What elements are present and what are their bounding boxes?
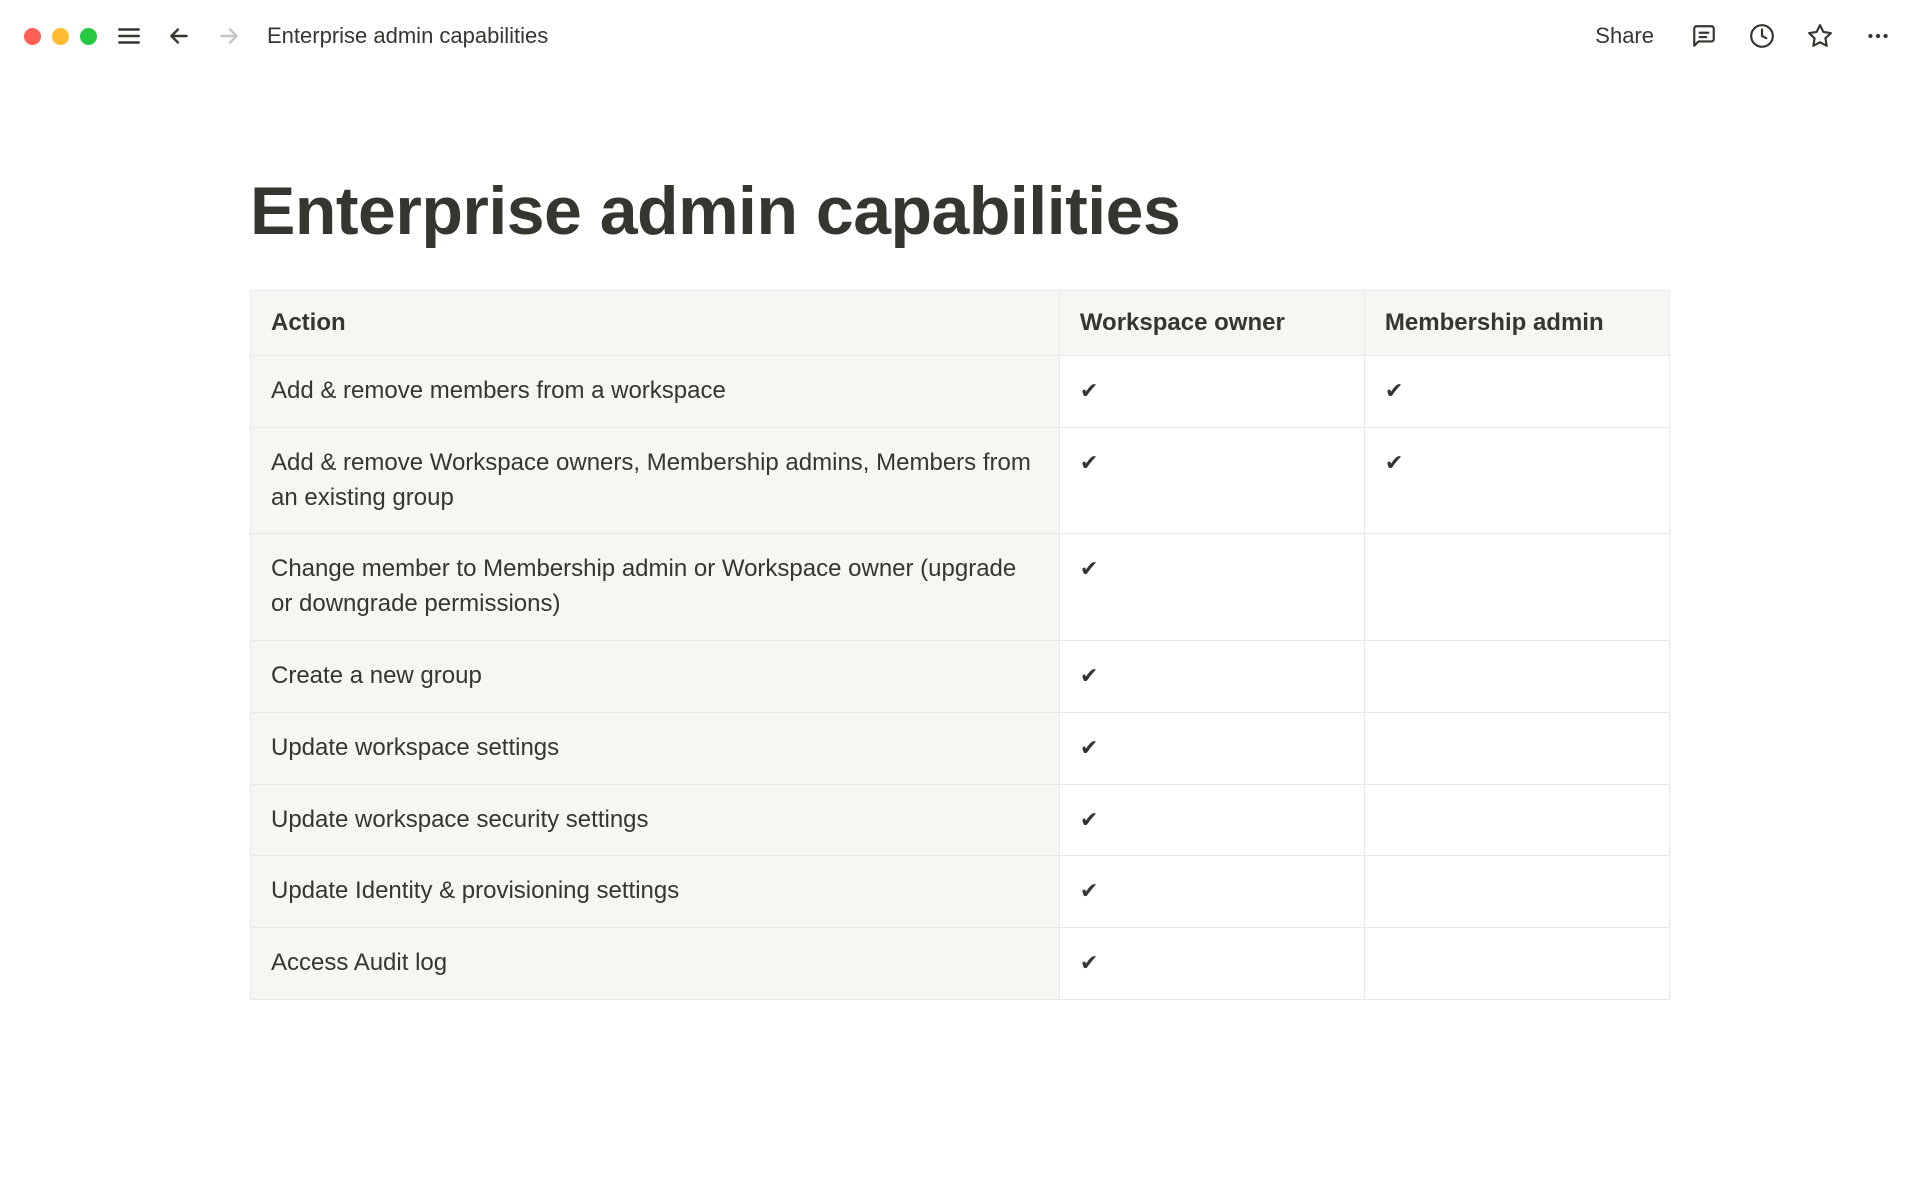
header-action: Action <box>251 291 1060 356</box>
action-cell: Change member to Membership admin or Wor… <box>251 534 1060 641</box>
table-row: Add & remove Workspace owners, Membershi… <box>251 427 1670 534</box>
page-content: Enterprise admin capabilities Action Wor… <box>0 72 1920 1000</box>
table-row: Update workspace settings ✔ <box>251 712 1670 784</box>
action-cell: Update Identity & provisioning settings <box>251 856 1060 928</box>
membership-admin-cell <box>1364 534 1669 641</box>
app-window: Enterprise admin capabilities Share <box>0 0 1920 1200</box>
share-button[interactable]: Share <box>1585 17 1664 55</box>
table-row: Add & remove members from a workspace ✔ ✔ <box>251 356 1670 428</box>
workspace-owner-cell: ✔ <box>1059 356 1364 428</box>
checkmark-icon: ✔ <box>1080 735 1098 760</box>
workspace-owner-cell: ✔ <box>1059 928 1364 1000</box>
membership-admin-cell <box>1364 712 1669 784</box>
table-row: Update Identity & provisioning settings ✔ <box>251 856 1670 928</box>
membership-admin-cell <box>1364 784 1669 856</box>
checkmark-icon: ✔ <box>1080 556 1098 581</box>
workspace-owner-cell: ✔ <box>1059 640 1364 712</box>
breadcrumb[interactable]: Enterprise admin capabilities <box>267 23 548 49</box>
table-row: Create a new group ✔ <box>251 640 1670 712</box>
table-header-row: Action Workspace owner Membership admin <box>251 291 1670 356</box>
membership-admin-cell: ✔ <box>1364 427 1669 534</box>
header-membership-admin: Membership admin <box>1364 291 1669 356</box>
membership-admin-cell <box>1364 856 1669 928</box>
minimize-window-button[interactable] <box>52 28 69 45</box>
action-cell: Add & remove members from a workspace <box>251 356 1060 428</box>
comments-icon[interactable] <box>1686 18 1722 54</box>
updates-icon[interactable] <box>1744 18 1780 54</box>
table-row: Access Audit log ✔ <box>251 928 1670 1000</box>
more-icon[interactable] <box>1860 18 1896 54</box>
action-cell: Access Audit log <box>251 928 1060 1000</box>
titlebar-actions: Share <box>1585 17 1896 55</box>
membership-admin-cell <box>1364 928 1669 1000</box>
titlebar: Enterprise admin capabilities Share <box>0 0 1920 72</box>
workspace-owner-cell: ✔ <box>1059 856 1364 928</box>
favorite-icon[interactable] <box>1802 18 1838 54</box>
checkmark-icon: ✔ <box>1385 378 1403 403</box>
checkmark-icon: ✔ <box>1080 950 1098 975</box>
workspace-owner-cell: ✔ <box>1059 534 1364 641</box>
membership-admin-cell <box>1364 640 1669 712</box>
close-window-button[interactable] <box>24 28 41 45</box>
checkmark-icon: ✔ <box>1080 450 1098 475</box>
checkmark-icon: ✔ <box>1080 378 1098 403</box>
checkmark-icon: ✔ <box>1080 807 1098 832</box>
capabilities-table: Action Workspace owner Membership admin … <box>250 290 1670 1000</box>
table-row: Update workspace security settings ✔ <box>251 784 1670 856</box>
checkmark-icon: ✔ <box>1385 450 1403 475</box>
maximize-window-button[interactable] <box>80 28 97 45</box>
workspace-owner-cell: ✔ <box>1059 427 1364 534</box>
action-cell: Update workspace settings <box>251 712 1060 784</box>
header-workspace-owner: Workspace owner <box>1059 291 1364 356</box>
back-button[interactable] <box>161 18 197 54</box>
checkmark-icon: ✔ <box>1080 663 1098 688</box>
workspace-owner-cell: ✔ <box>1059 784 1364 856</box>
window-controls <box>24 28 97 45</box>
membership-admin-cell: ✔ <box>1364 356 1669 428</box>
menu-icon[interactable] <box>111 18 147 54</box>
action-cell: Create a new group <box>251 640 1060 712</box>
action-cell: Add & remove Workspace owners, Membershi… <box>251 427 1060 534</box>
checkmark-icon: ✔ <box>1080 878 1098 903</box>
action-cell: Update workspace security settings <box>251 784 1060 856</box>
forward-button[interactable] <box>211 18 247 54</box>
page-title: Enterprise admin capabilities <box>250 172 1670 250</box>
workspace-owner-cell: ✔ <box>1059 712 1364 784</box>
table-row: Change member to Membership admin or Wor… <box>251 534 1670 641</box>
